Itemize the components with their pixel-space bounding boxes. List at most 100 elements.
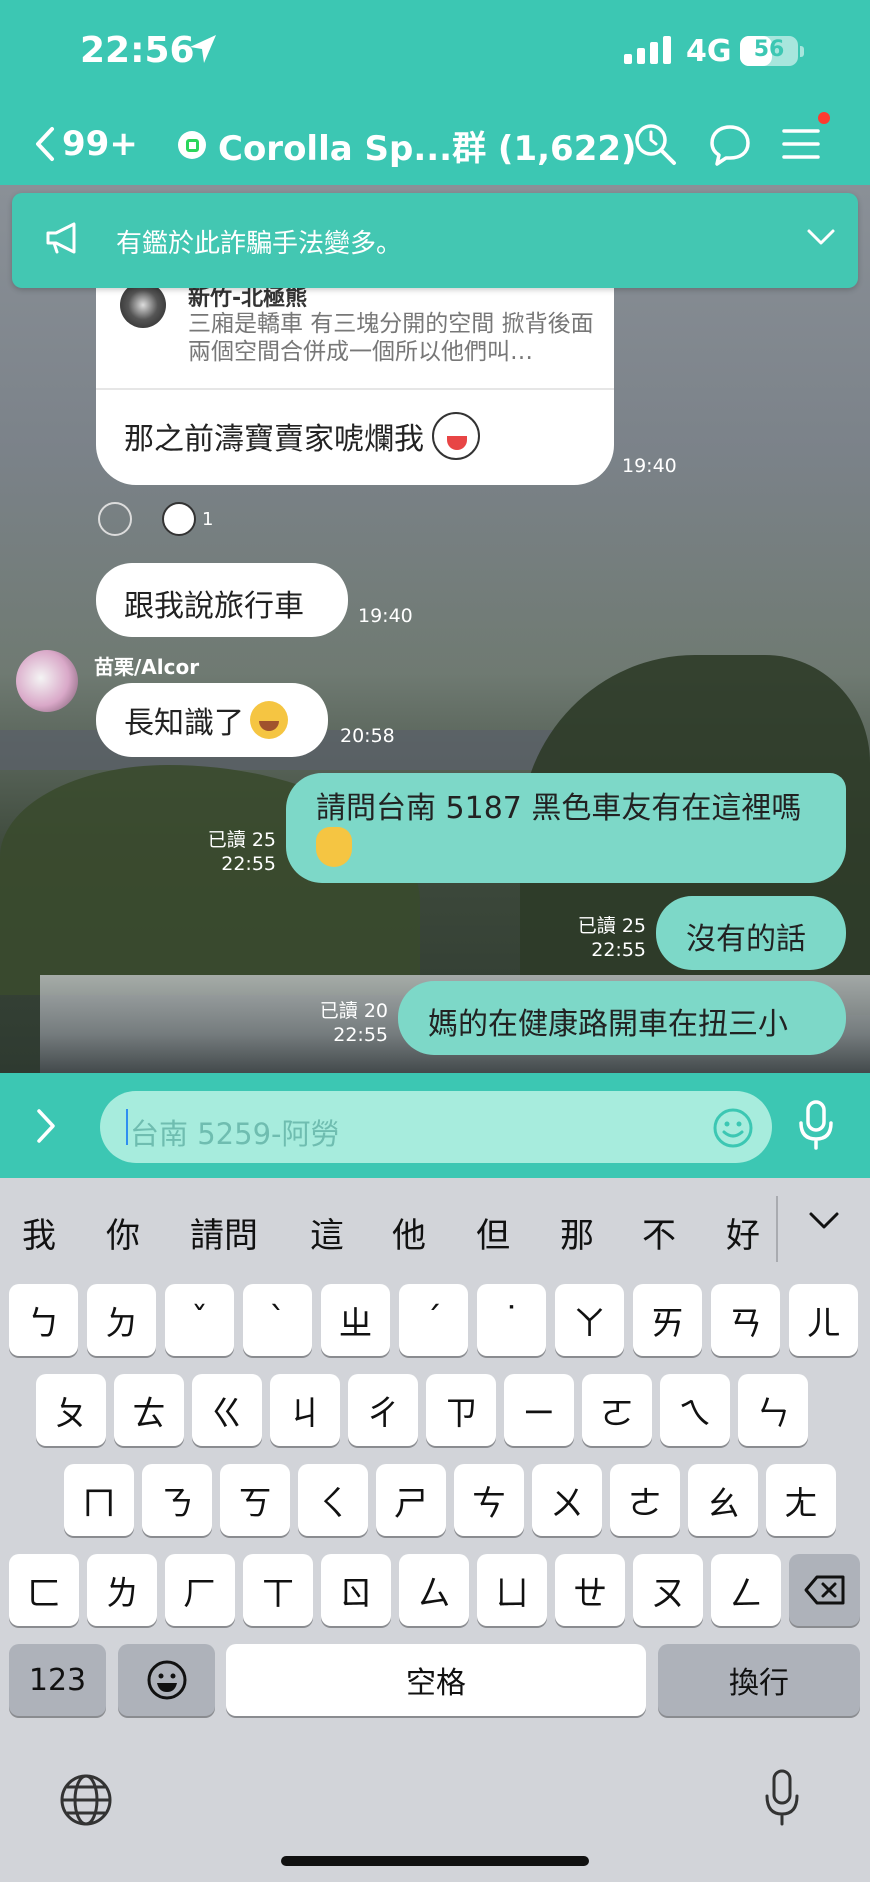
key[interactable]: ㄞ bbox=[633, 1284, 702, 1356]
key[interactable]: ㄥ bbox=[711, 1554, 781, 1626]
suggestion-item[interactable]: 好 bbox=[726, 1208, 760, 1257]
key[interactable]: ㄨ bbox=[532, 1464, 602, 1536]
key[interactable]: ㄈ bbox=[9, 1554, 79, 1626]
key[interactable]: ㄏ bbox=[165, 1554, 235, 1626]
key[interactable]: ㄊ bbox=[114, 1374, 184, 1446]
back-button[interactable]: 99+ bbox=[34, 121, 138, 167]
suggestion-item[interactable]: 我 bbox=[22, 1208, 56, 1257]
key[interactable]: ˋ bbox=[243, 1284, 312, 1356]
message-time: 22:55 bbox=[591, 939, 646, 961]
return-key[interactable]: 換行 bbox=[658, 1644, 860, 1716]
key[interactable]: ㄜ bbox=[610, 1464, 680, 1536]
key[interactable]: ㄧ bbox=[504, 1374, 574, 1446]
key[interactable]: ㄋ bbox=[142, 1464, 212, 1536]
notification-badge bbox=[818, 112, 830, 124]
announcement-text: 有鑑於此詐騙手法變多。 bbox=[116, 229, 403, 259]
key[interactable]: ㄩ bbox=[477, 1554, 547, 1626]
message-input[interactable]: 台南 5259-阿勞 bbox=[100, 1091, 772, 1163]
key[interactable]: ㄝ bbox=[555, 1554, 625, 1626]
chevron-down-icon[interactable] bbox=[808, 1210, 840, 1232]
key[interactable]: ㄤ bbox=[766, 1464, 836, 1536]
reaction-row: 1 bbox=[98, 502, 213, 536]
suggestion-item[interactable]: 那 bbox=[560, 1208, 594, 1257]
key[interactable]: ㄉ bbox=[87, 1284, 156, 1356]
battery-percent: 56 bbox=[753, 37, 785, 62]
quote-text: 三廂是轎車 有三塊分開的空間 掀背後面兩個空間合併成一個所以他們叫… bbox=[188, 311, 594, 365]
key[interactable]: ㄢ bbox=[711, 1284, 780, 1356]
chat-title-area[interactable]: Corolla Sp...群 (1,622) bbox=[178, 117, 637, 173]
key[interactable]: ˊ bbox=[399, 1284, 468, 1356]
emoji-key[interactable] bbox=[118, 1644, 215, 1716]
key[interactable]: ㄟ bbox=[660, 1374, 730, 1446]
microphone-icon[interactable] bbox=[762, 1768, 802, 1828]
chevron-left-icon bbox=[36, 127, 54, 161]
announcement-banner[interactable]: 有鑑於此詐騙手法變多。 bbox=[12, 193, 858, 288]
laughing-reaction-icon[interactable] bbox=[162, 502, 196, 536]
key[interactable]: ㄆ bbox=[36, 1374, 106, 1446]
microphone-icon[interactable] bbox=[796, 1099, 836, 1151]
key[interactable]: ㄔ bbox=[348, 1374, 418, 1446]
key[interactable]: ˇ bbox=[165, 1284, 234, 1356]
sender-name: 苗栗/Alcor bbox=[94, 655, 200, 679]
read-receipt: 已讀 25 22:55 bbox=[546, 914, 646, 962]
key[interactable]: ㄌ bbox=[87, 1554, 157, 1626]
suggestion-item[interactable]: 請問 bbox=[190, 1208, 258, 1257]
megaphone-icon bbox=[46, 222, 76, 254]
chevron-down-icon[interactable] bbox=[806, 227, 836, 247]
read-count: 已讀 25 bbox=[577, 915, 646, 937]
numbers-key[interactable]: 123 bbox=[9, 1644, 106, 1716]
key[interactable]: ㄑ bbox=[298, 1464, 368, 1536]
key[interactable]: ㄣ bbox=[738, 1374, 808, 1446]
key[interactable]: ㄎ bbox=[220, 1464, 290, 1536]
suggestion-item[interactable]: 你 bbox=[106, 1208, 140, 1257]
key[interactable]: ㄙ bbox=[399, 1554, 469, 1626]
message-time: 22:55 bbox=[221, 853, 276, 875]
globe-icon[interactable] bbox=[58, 1772, 114, 1828]
key[interactable]: ㄇ bbox=[64, 1464, 134, 1536]
laughing-sticker-icon bbox=[432, 412, 480, 460]
message-time: 22:55 bbox=[333, 1024, 388, 1046]
key[interactable]: ㄍ bbox=[192, 1374, 262, 1446]
unread-count: 99+ bbox=[62, 124, 138, 164]
own-message-bubble[interactable]: 請問台南 5187 黑色車友有在這裡嗎 bbox=[286, 773, 846, 883]
message-input-bar: 台南 5259-阿勞 bbox=[0, 1073, 870, 1178]
key[interactable]: ㄒ bbox=[243, 1554, 313, 1626]
chat-bubbles-icon[interactable] bbox=[706, 121, 752, 167]
divider bbox=[776, 1196, 778, 1262]
key[interactable]: ㄖ bbox=[321, 1554, 391, 1626]
own-message-bubble[interactable]: 沒有的話 bbox=[656, 896, 846, 970]
divider bbox=[96, 388, 614, 390]
network-type: 4G bbox=[686, 34, 732, 69]
key[interactable]: ˙ bbox=[477, 1284, 546, 1356]
emoji-icon[interactable] bbox=[712, 1107, 754, 1149]
message-bubble[interactable]: 跟我說旅行車 bbox=[96, 563, 348, 637]
hamburger-menu-icon[interactable] bbox=[778, 121, 824, 167]
search-icon[interactable] bbox=[632, 121, 678, 167]
key[interactable]: ㄐ bbox=[270, 1374, 340, 1446]
key[interactable]: ㄕ bbox=[376, 1464, 446, 1536]
backspace-key[interactable] bbox=[789, 1554, 860, 1626]
key[interactable]: ㄠ bbox=[688, 1464, 758, 1536]
key[interactable]: ㄡ bbox=[633, 1554, 703, 1626]
suggestion-item[interactable]: 不 bbox=[642, 1208, 676, 1257]
suggestion-item[interactable]: 但 bbox=[476, 1208, 510, 1257]
message-bubble[interactable]: 長知識了 bbox=[96, 683, 328, 757]
own-message-bubble[interactable]: 媽的在健康路開車在扭三小 bbox=[398, 981, 846, 1055]
key[interactable]: ㄓ bbox=[321, 1284, 390, 1356]
space-key[interactable]: 空格 bbox=[226, 1644, 646, 1716]
home-indicator[interactable] bbox=[281, 1856, 589, 1866]
key[interactable]: ㄦ bbox=[789, 1284, 858, 1356]
suggestion-item[interactable]: 這 bbox=[310, 1208, 344, 1257]
read-count: 已讀 25 bbox=[207, 829, 276, 851]
suggestion-item[interactable]: 他 bbox=[392, 1208, 426, 1257]
key[interactable]: ㄗ bbox=[426, 1374, 496, 1446]
key[interactable]: ㄛ bbox=[582, 1374, 652, 1446]
chevron-right-icon[interactable] bbox=[34, 1107, 58, 1145]
key[interactable]: ㄚ bbox=[555, 1284, 624, 1356]
add-reaction-icon[interactable] bbox=[98, 502, 132, 536]
message-text: 長知識了 bbox=[124, 706, 244, 741]
key[interactable]: ㄅ bbox=[9, 1284, 78, 1356]
avatar[interactable] bbox=[16, 650, 78, 712]
battery-icon: 56 bbox=[740, 36, 798, 66]
key[interactable]: ㄘ bbox=[454, 1464, 524, 1536]
